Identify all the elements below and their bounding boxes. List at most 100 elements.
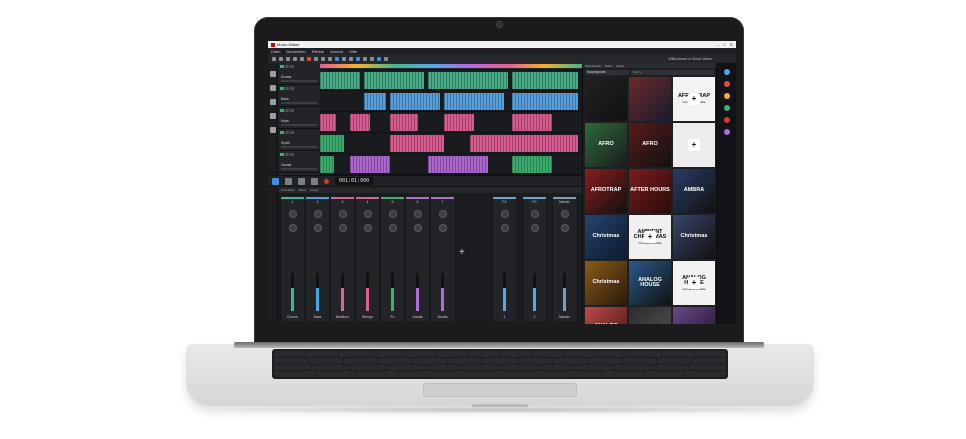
pan-knob[interactable] xyxy=(413,210,422,218)
synth-icon[interactable] xyxy=(270,113,276,119)
volume-fader[interactable] xyxy=(533,273,536,311)
search-input[interactable]: Suche xyxy=(631,69,714,75)
pan-knob[interactable] xyxy=(438,210,447,218)
track-header[interactable]: Synth xyxy=(278,129,320,151)
fx-knob[interactable] xyxy=(313,224,322,232)
menu-item-edit[interactable]: Bearbeiten xyxy=(286,49,305,54)
guitar-icon[interactable] xyxy=(270,85,276,91)
fx-knob[interactable] xyxy=(288,224,297,232)
track-header[interactable]: Vocals xyxy=(278,151,320,173)
minimize-button[interactable]: – xyxy=(717,42,719,47)
app-icon[interactable] xyxy=(723,117,730,123)
clip[interactable] xyxy=(512,72,578,89)
pan-knob[interactable] xyxy=(288,210,297,218)
app-icon[interactable] xyxy=(723,81,730,87)
volume-fader[interactable] xyxy=(316,273,319,311)
clip[interactable] xyxy=(470,135,578,152)
split-icon[interactable] xyxy=(349,56,353,61)
mixer-tab-live[interactable]: Live Mixer xyxy=(281,188,295,192)
clip[interactable] xyxy=(390,93,440,110)
pan-knob[interactable] xyxy=(530,210,539,218)
channel-strip[interactable]: 3 Beatbox xyxy=(330,197,354,321)
new-icon[interactable] xyxy=(272,56,276,61)
app-icon[interactable] xyxy=(723,69,730,75)
track-lane[interactable] xyxy=(320,91,582,112)
clip[interactable] xyxy=(428,72,508,89)
play-icon[interactable] xyxy=(311,177,318,185)
stop-icon[interactable] xyxy=(298,177,305,185)
soundpool-tile[interactable] xyxy=(629,77,671,121)
clip[interactable] xyxy=(320,135,344,152)
volume-fader[interactable] xyxy=(366,273,369,311)
track-lane[interactable] xyxy=(320,154,582,175)
menu-item-view[interactable]: Ansicht xyxy=(330,49,343,54)
pan-knob[interactable] xyxy=(560,210,569,218)
add-track-button[interactable]: + xyxy=(459,247,465,258)
soundpool-tile[interactable]: AFROTRAP xyxy=(585,169,627,213)
menu-item-file[interactable]: Datei xyxy=(271,49,280,54)
loop-icon[interactable] xyxy=(377,56,381,61)
metronome-icon[interactable] xyxy=(384,56,388,61)
clip[interactable] xyxy=(364,72,424,89)
soundpool-tile[interactable]: AFRO TRAPComplete Bundle+ xyxy=(673,77,715,121)
paste-icon[interactable] xyxy=(328,56,332,61)
clip[interactable] xyxy=(364,93,386,110)
snap-icon[interactable] xyxy=(356,56,360,61)
tab-store[interactable]: Store xyxy=(605,64,612,68)
app-icon[interactable] xyxy=(723,93,730,99)
volume-fader[interactable] xyxy=(441,273,444,311)
soundpool-tile[interactable]: AFTER HOURS xyxy=(629,169,671,213)
clip[interactable] xyxy=(512,156,552,173)
soundpool-tile[interactable]: AFRO xyxy=(585,123,627,167)
pan-knob[interactable] xyxy=(363,210,372,218)
arranger-area[interactable] xyxy=(320,63,582,175)
soundpool-tile[interactable]: ANALOG HOUSE xyxy=(629,261,671,305)
fx-knob[interactable] xyxy=(500,224,509,232)
clip[interactable] xyxy=(512,93,578,110)
fx-knob[interactable] xyxy=(338,224,347,232)
clip[interactable] xyxy=(320,156,334,173)
fx-knob[interactable] xyxy=(388,224,397,232)
delete-icon[interactable] xyxy=(307,56,311,61)
zoom-icon[interactable] xyxy=(363,56,367,61)
fx-knob[interactable] xyxy=(530,224,539,232)
record-icon[interactable] xyxy=(324,178,329,184)
fx-channel-strip[interactable]: FX 2 xyxy=(522,197,546,321)
tab-loops[interactable]: Loops xyxy=(616,64,624,68)
pan-knob[interactable] xyxy=(388,210,397,218)
clip[interactable] xyxy=(512,114,552,131)
track-header[interactable]: Keys xyxy=(278,107,320,129)
soundpool-tile[interactable]: AFRO xyxy=(629,123,671,167)
channel-strip[interactable]: 4 Strings xyxy=(355,197,379,321)
clip[interactable] xyxy=(444,114,474,131)
fx-channel-strip[interactable]: Master Master xyxy=(552,197,576,321)
vocal-icon[interactable] xyxy=(270,127,276,133)
track-lane[interactable] xyxy=(320,70,582,91)
soundpool-tile[interactable]: Christmas xyxy=(585,215,627,259)
volume-fader[interactable] xyxy=(563,273,566,311)
close-button[interactable]: ✕ xyxy=(730,42,733,47)
marker-icon[interactable] xyxy=(370,56,374,61)
fx-knob[interactable] xyxy=(560,224,569,232)
fx-channel-strip[interactable]: FX 1 xyxy=(492,197,516,321)
timeline-ruler[interactable] xyxy=(320,63,582,70)
fx-knob[interactable] xyxy=(363,224,372,232)
channel-strip[interactable]: 5 Fx xyxy=(380,197,404,321)
loop-toggle-icon[interactable] xyxy=(272,177,279,185)
mixer-tab-loops[interactable]: Loops xyxy=(310,188,318,192)
beatbox-icon[interactable] xyxy=(270,71,276,77)
keyboard-icon[interactable] xyxy=(270,99,276,105)
tab-soundpools[interactable]: Soundpools xyxy=(585,64,601,68)
volume-fader[interactable] xyxy=(503,273,506,311)
volume-fader[interactable] xyxy=(391,273,394,311)
cut-icon[interactable] xyxy=(314,56,318,61)
soundpool-tile[interactable]: AMBRA xyxy=(673,169,715,213)
track-header[interactable]: Bass xyxy=(278,85,320,107)
channel-strip[interactable]: 2 Bass xyxy=(305,197,329,321)
maximize-button[interactable]: □ xyxy=(723,42,725,47)
undo-icon[interactable] xyxy=(293,56,297,61)
channel-strip[interactable]: 7 Vocals xyxy=(430,197,454,321)
fx-knob[interactable] xyxy=(438,224,447,232)
soundpool-tile[interactable] xyxy=(673,307,715,324)
menu-item-help[interactable]: Hilfe xyxy=(349,49,357,54)
